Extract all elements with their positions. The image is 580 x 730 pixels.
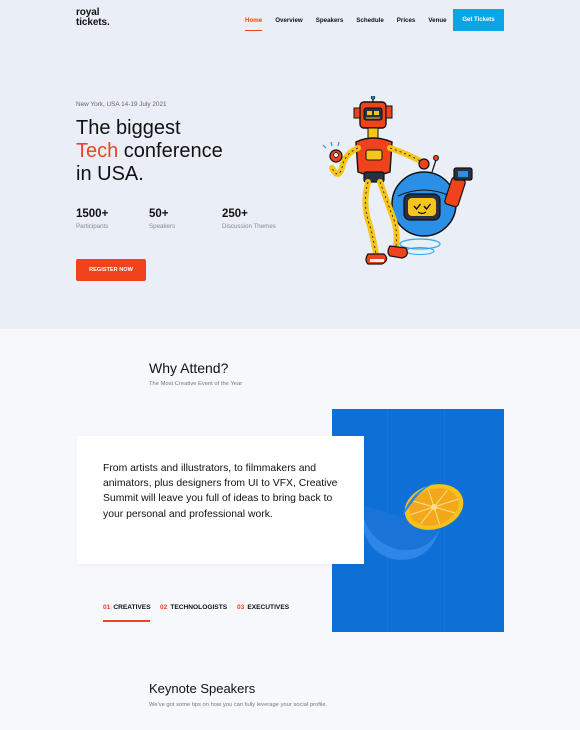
nav-item-overview[interactable]: Overview [275,17,303,24]
why-attend-subtitle: The Most Creative Event of the Year [149,381,243,387]
headline-line2: conference [118,140,223,162]
why-attend-title: Why Attend? [149,360,229,376]
headline-line1: The biggest [76,117,181,139]
stat-label: Participants [76,223,109,230]
nav-item-schedule[interactable]: Schedule [356,17,384,24]
stat-participants: 1500+ Participants [76,208,108,230]
robot-illustration-icon [322,96,473,265]
why-attend-body: From artists and illustrators, to filmma… [103,463,338,520]
event-location-date: New York, USA 14-19 July 2021 [76,101,167,108]
nav-item-prices[interactable]: Prices [397,17,416,24]
tab-number: 03 [237,604,245,611]
active-tab-indicator [103,620,150,622]
headline-line3: in USA. [76,163,144,185]
stat-value: 250+ [222,208,248,220]
keynote-speakers-title: Keynote Speakers [149,681,256,696]
tab-executives[interactable]: 03 EXECUTIVES [237,604,289,611]
tab-creatives[interactable]: 01 CREATIVES [103,604,151,611]
tab-number: 01 [103,604,111,611]
nav-item-home[interactable]: Home [245,17,263,31]
nav-item-venue[interactable]: Venue [428,17,446,24]
brand-logo[interactable]: royal tickets. [76,8,110,28]
nav-item-speakers[interactable]: Speakers [316,17,344,24]
tab-label: EXECUTIVES [247,604,290,611]
keynote-speakers-subtitle: We've got some tips on how you can fully… [149,702,328,708]
stat-discussion-themes: 250+ Discussion Themes [222,208,276,230]
stat-label: Speakers [149,223,176,230]
register-now-button[interactable]: REGISTER NOW [76,259,146,281]
main-nav: Home Overview Speakers Schedule Prices V… [245,17,460,31]
tab-technologists[interactable]: 02 TECHNOLOGISTS [160,604,227,611]
stat-value: 1500+ [76,208,109,220]
tab-number: 02 [160,604,168,611]
stat-value: 50+ [149,208,169,220]
stat-label: Discussion Themes [222,223,276,230]
stat-speakers: 50+ Speakers [149,208,175,230]
brand-logo-line2: tickets. [76,17,110,28]
why-attend-card: From artists and illustrators, to filmma… [77,436,364,564]
tab-label: CREATIVES [113,604,151,611]
tab-label: TECHNOLOGISTS [170,604,228,611]
hero-section: royal tickets. Home Overview Speakers Sc… [0,0,580,329]
get-tickets-button[interactable]: Get Tickets [453,9,504,31]
headline-accent: Tech [76,140,119,162]
hero-headline: The biggest Tech conference in USA. [76,117,223,186]
